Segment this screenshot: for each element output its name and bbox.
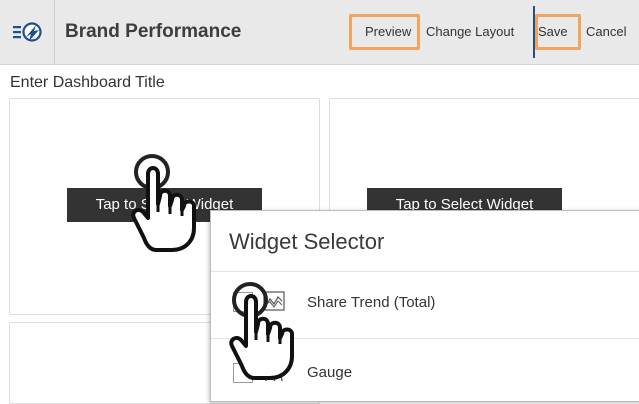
dashboard-title-input[interactable]: Enter Dashboard Title [10, 74, 165, 92]
tap-hand-icon [131, 154, 196, 252]
cancel-button[interactable]: Cancel [586, 0, 626, 64]
list-item-label: Share Trend (Total) [307, 294, 436, 311]
preview-button[interactable]: Preview [365, 0, 411, 64]
page-title: Brand Performance [65, 21, 242, 42]
list-item-label: Gauge [307, 364, 353, 381]
tap-hand-icon [229, 282, 294, 380]
toolbar: Brand Performance Preview Change Layout … [0, 0, 639, 65]
dialog-title: Widget Selector [229, 229, 385, 254]
menu-logo-icon [13, 22, 42, 42]
change-layout-button[interactable]: Change Layout [426, 0, 514, 64]
menu-button[interactable] [0, 0, 55, 64]
save-button[interactable]: Save [538, 0, 568, 64]
